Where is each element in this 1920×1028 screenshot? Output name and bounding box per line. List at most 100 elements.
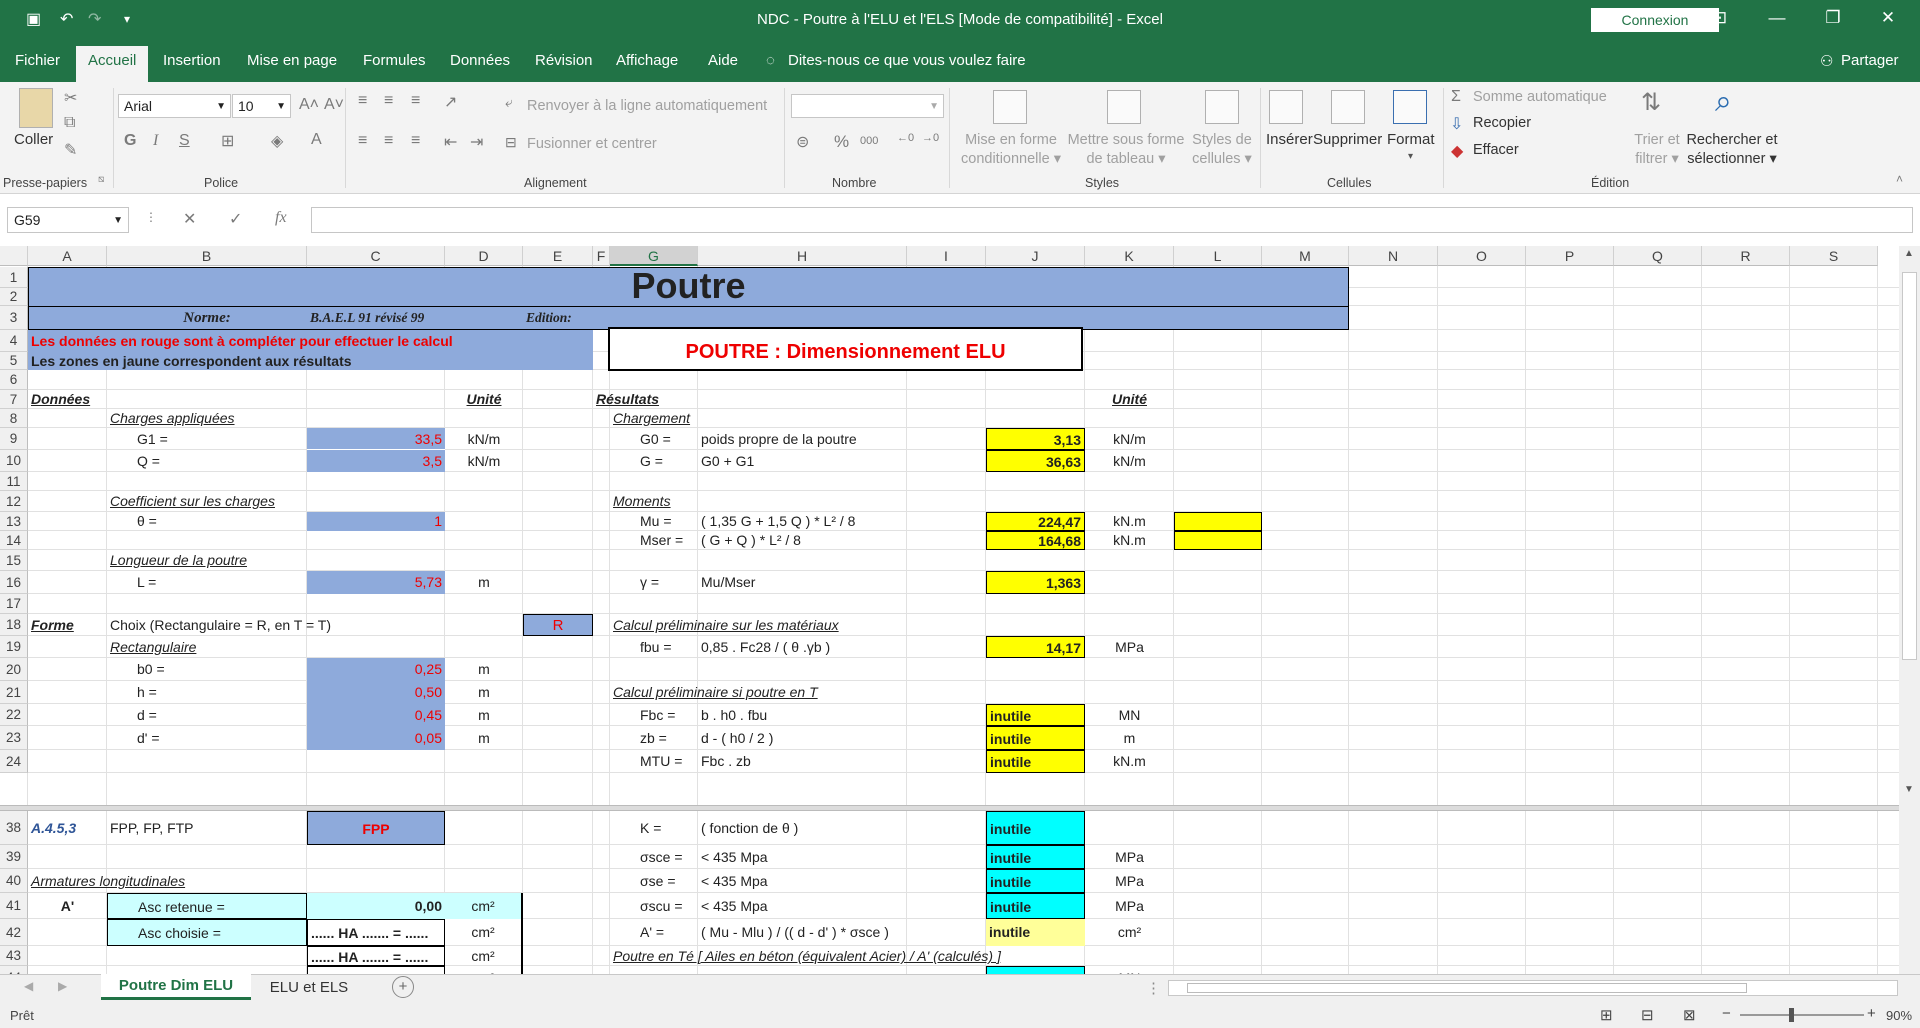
b0-input[interactable]: 0,25 bbox=[307, 658, 445, 681]
vertical-scrollbar[interactable]: ▲ ▼ bbox=[1899, 246, 1920, 974]
align-middle-icon[interactable]: ≡ bbox=[384, 92, 393, 110]
row-header[interactable]: 39 bbox=[0, 845, 28, 869]
row-header[interactable]: 19 bbox=[0, 636, 28, 658]
scroll-up-icon[interactable]: ▲ bbox=[1904, 248, 1914, 259]
column-header[interactable]: S bbox=[1790, 246, 1878, 266]
name-box[interactable]: G59 ▼ bbox=[7, 207, 129, 233]
cell-styles-button[interactable]: Styles de cellules ▾ bbox=[1188, 131, 1256, 169]
indent-decrease-icon[interactable]: ⇤ bbox=[444, 132, 457, 152]
ha-input-1[interactable]: ...... HA ....... = ...... bbox=[307, 919, 445, 946]
row-header[interactable]: 44 bbox=[0, 966, 28, 974]
format-as-table-button[interactable]: Mettre sous forme de tableau ▾ bbox=[1065, 131, 1187, 169]
merge-center-button[interactable]: Fusionner et centrer bbox=[527, 136, 657, 152]
row-header[interactable]: 43 bbox=[0, 946, 28, 966]
fill-button[interactable]: Recopier bbox=[1473, 115, 1531, 131]
autosum-button[interactable]: Somme automatique bbox=[1473, 89, 1607, 105]
column-header[interactable]: C bbox=[307, 246, 445, 266]
row-header[interactable]: 42 bbox=[0, 919, 28, 946]
italic-button[interactable]: I bbox=[153, 132, 158, 150]
delete-button[interactable]: Supprimer bbox=[1313, 131, 1382, 148]
column-header[interactable]: O bbox=[1438, 246, 1526, 266]
row-header[interactable]: 16 bbox=[0, 571, 28, 594]
tab-insertion[interactable]: Insertion bbox=[163, 52, 221, 69]
tab-donnees[interactable]: Données bbox=[450, 52, 510, 69]
column-header[interactable]: D bbox=[445, 246, 523, 266]
decrease-decimal-icon[interactable]: →0 bbox=[922, 132, 939, 144]
row-header[interactable]: 22 bbox=[0, 704, 28, 726]
decrease-font-icon[interactable]: A˅ bbox=[324, 96, 344, 114]
borders-icon[interactable]: ⊞ bbox=[221, 131, 234, 151]
ha-input-2[interactable]: ...... HA ....... = ...... bbox=[307, 946, 445, 966]
column-header[interactable]: B bbox=[107, 246, 307, 266]
row-header[interactable]: 2 bbox=[0, 288, 28, 306]
row-header[interactable]: 18 bbox=[0, 614, 28, 636]
eraser-icon[interactable]: ◆ bbox=[1451, 141, 1463, 161]
fpp-input[interactable]: FPP bbox=[307, 811, 445, 845]
indent-increase-icon[interactable]: ⇥ bbox=[470, 132, 483, 152]
row-header[interactable]: 13 bbox=[0, 512, 28, 531]
prev-sheet-icon[interactable]: ◀ bbox=[24, 979, 33, 993]
orientation-icon[interactable]: ↗ bbox=[444, 92, 457, 112]
tab-fichier[interactable]: Fichier bbox=[15, 52, 60, 69]
column-header[interactable]: G bbox=[610, 246, 698, 266]
row-header[interactable]: 9 bbox=[0, 428, 28, 450]
sort-filter-button[interactable]: Trier et filtrer ▾ bbox=[1628, 131, 1686, 169]
format-painter-icon[interactable]: ✎ bbox=[64, 140, 77, 160]
row-header[interactable]: 41 bbox=[0, 893, 28, 919]
fill-down-icon[interactable]: ⇩ bbox=[1450, 114, 1463, 134]
tab-revision[interactable]: Révision bbox=[535, 52, 593, 69]
row-header[interactable]: 11 bbox=[0, 472, 28, 491]
row-header[interactable]: 17 bbox=[0, 594, 28, 614]
column-header[interactable]: E bbox=[523, 246, 593, 266]
row-header[interactable]: 38 bbox=[0, 811, 28, 845]
column-header[interactable]: P bbox=[1526, 246, 1614, 266]
column-header[interactable]: F bbox=[593, 246, 610, 266]
column-header[interactable]: L bbox=[1174, 246, 1262, 266]
autosum-icon[interactable]: Σ bbox=[1451, 88, 1461, 106]
delete-cells-icon[interactable] bbox=[1331, 90, 1365, 124]
add-sheet-icon[interactable]: + bbox=[392, 976, 414, 998]
share-button[interactable]: Partager bbox=[1841, 52, 1899, 69]
page-layout-icon[interactable]: ⊟ bbox=[1641, 1006, 1654, 1024]
bold-button[interactable]: G bbox=[124, 132, 136, 150]
row-header[interactable]: 14 bbox=[0, 531, 28, 550]
conditional-format-icon[interactable] bbox=[993, 90, 1027, 124]
row-header[interactable]: 40 bbox=[0, 869, 28, 893]
align-center-icon[interactable]: ≡ bbox=[384, 132, 393, 150]
collapse-ribbon-icon[interactable]: ˄ bbox=[1896, 172, 1903, 186]
font-color-icon[interactable]: A bbox=[311, 131, 322, 149]
insert-cells-icon[interactable] bbox=[1269, 90, 1303, 124]
font-size-select[interactable]: 10 ▼ bbox=[232, 94, 291, 118]
percent-button[interactable]: % bbox=[834, 132, 849, 152]
tab-affichage[interactable]: Affichage bbox=[616, 52, 678, 69]
clear-button[interactable]: Effacer bbox=[1473, 142, 1519, 158]
merge-icon[interactable]: ⊟ bbox=[505, 134, 517, 151]
wrap-text-button[interactable]: Renvoyer à la ligne automatiquement bbox=[527, 98, 767, 114]
h-input[interactable]: 0,50 bbox=[307, 681, 445, 704]
select-all-corner[interactable] bbox=[0, 246, 28, 266]
g1-input[interactable]: 33,5 bbox=[307, 428, 445, 450]
minimize-button[interactable]: — bbox=[1762, 8, 1792, 28]
normal-view-icon[interactable]: ⊞ bbox=[1600, 1006, 1613, 1024]
cell-styles-icon[interactable] bbox=[1205, 90, 1239, 124]
next-sheet-icon[interactable]: ▶ bbox=[58, 979, 67, 993]
column-header[interactable]: J bbox=[986, 246, 1085, 266]
tab-aide[interactable]: Aide bbox=[708, 52, 738, 69]
row-header[interactable]: 23 bbox=[0, 726, 28, 750]
tell-me-search[interactable]: Dites-nous ce que vous voulez faire bbox=[788, 52, 1026, 69]
launcher-icon[interactable]: ⧅ bbox=[98, 174, 104, 185]
thousands-button[interactable]: 000 bbox=[860, 135, 878, 147]
underline-button[interactable]: S bbox=[179, 132, 190, 150]
zoom-slider-thumb[interactable] bbox=[1789, 1008, 1794, 1022]
row-header[interactable]: 21 bbox=[0, 681, 28, 704]
row-header[interactable]: 6 bbox=[0, 370, 28, 390]
tab-accueil[interactable]: Accueil bbox=[76, 46, 149, 82]
zoom-in-icon[interactable]: + bbox=[1867, 1005, 1876, 1022]
row-header[interactable]: 12 bbox=[0, 491, 28, 512]
insert-function-button[interactable]: fx bbox=[275, 209, 287, 227]
cancel-icon[interactable]: ✕ bbox=[183, 209, 196, 229]
zoom-out-icon[interactable]: − bbox=[1722, 1005, 1731, 1022]
page-break-icon[interactable]: ⊠ bbox=[1683, 1006, 1696, 1024]
align-right-icon[interactable]: ≡ bbox=[411, 132, 420, 150]
insert-button[interactable]: Insérer bbox=[1266, 131, 1313, 148]
